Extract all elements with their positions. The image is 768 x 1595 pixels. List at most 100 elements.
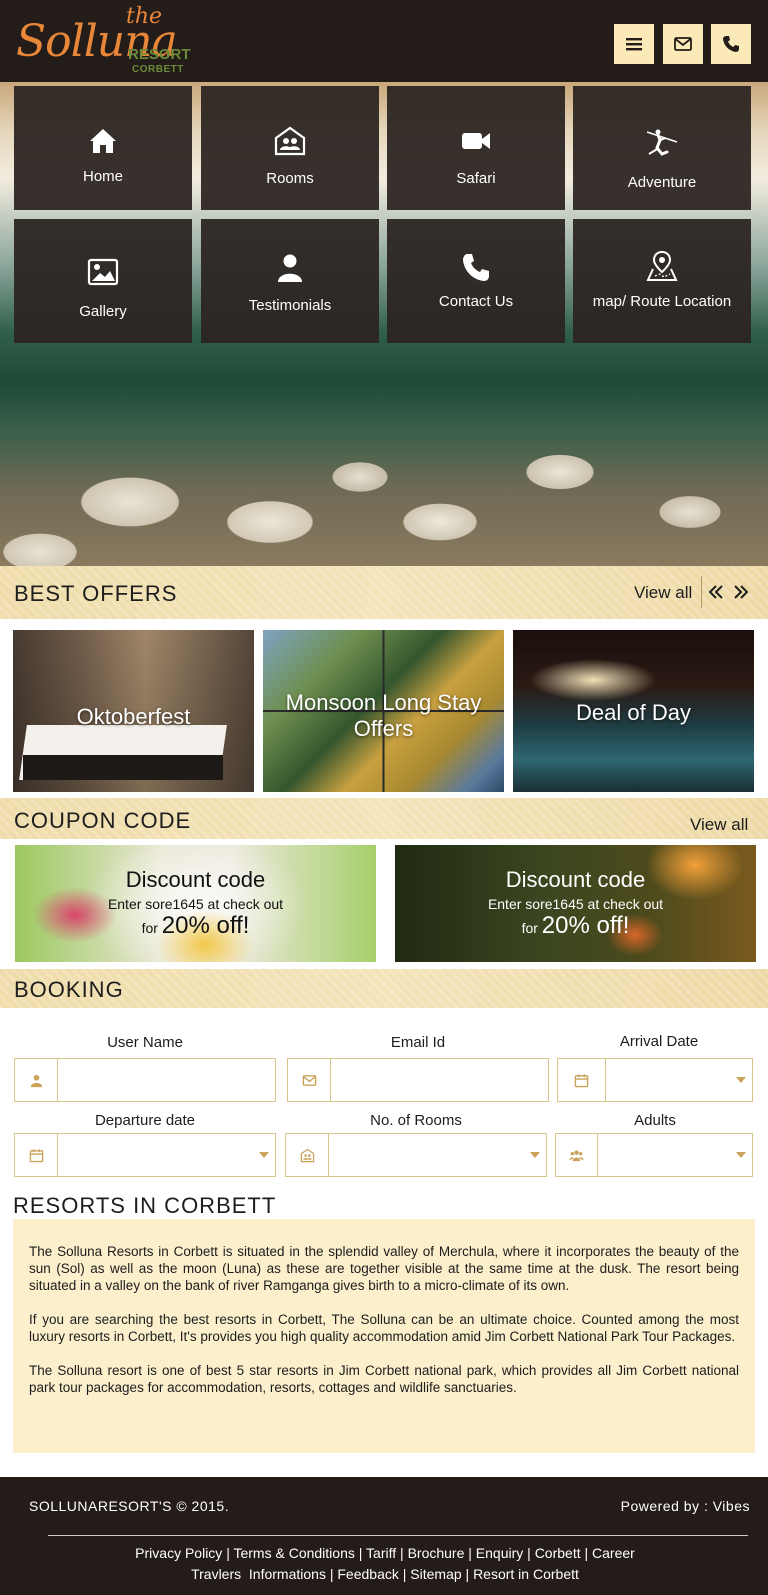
logo[interactable]: the Solluna RESORT CORBETT <box>14 4 194 78</box>
nav-tile-gallery[interactable]: Gallery <box>14 219 192 343</box>
nav-tile-adventure[interactable]: Adventure <box>573 86 751 210</box>
offer-card-title: Monsoon Long Stay Offers <box>285 690 482 741</box>
user-icon <box>278 254 302 282</box>
coupon-for: for <box>141 920 158 936</box>
offers-header: BEST OFFERS View all <box>0 566 768 619</box>
offers-view-all-link[interactable]: View all <box>634 583 692 603</box>
coupons-view-all-link[interactable]: View all <box>690 815 748 835</box>
group-icon <box>569 1149 584 1161</box>
chevron-down-icon <box>530 1152 540 1158</box>
footer-separator: | <box>329 1566 334 1582</box>
home-icon <box>90 129 116 153</box>
email-label: Email Id <box>390 1034 446 1051</box>
offer-card-title: Oktoberfest <box>76 704 191 729</box>
footer-link-enquiry[interactable]: Enquiry <box>476 1545 523 1561</box>
offer-card-title: Deal of Day <box>576 700 691 725</box>
copyright-text: SOLLUNARESORT'S © 2015. <box>29 1498 230 1514</box>
hero-banner: Home Rooms Safari Adventure Gallery Test… <box>0 82 768 566</box>
email-field[interactable] <box>287 1058 549 1102</box>
coupon-amount: 20% off! <box>541 912 630 939</box>
footer-link-resort-in-corbett[interactable]: Resort in Corbett <box>473 1566 579 1582</box>
nav-tile-testimonials[interactable]: Testimonials <box>201 219 379 343</box>
footer-links: Privacy Policy | Terms & Conditions | Ta… <box>60 1543 710 1585</box>
mail-icon-box <box>288 1059 331 1101</box>
user-name-field[interactable] <box>14 1058 276 1102</box>
nav-tile-label: Safari <box>456 170 496 187</box>
nav-tile-rooms[interactable]: Rooms <box>201 86 379 210</box>
powered-by-text: Powered by : Vibes <box>620 1498 750 1514</box>
offer-card-oktoberfest[interactable]: Oktoberfest <box>13 630 254 792</box>
arrival-date-select[interactable] <box>557 1058 753 1102</box>
departure-date-select[interactable] <box>14 1133 276 1177</box>
footer-separator: | <box>584 1545 589 1561</box>
rooms-label: No. of Rooms <box>370 1112 462 1129</box>
video-camera-icon <box>462 133 490 149</box>
coupons-title: COUPON CODE <box>14 808 192 833</box>
footer-link-privacy[interactable]: Privacy Policy <box>135 1545 222 1561</box>
coupon-discount: for 20% off! <box>395 912 756 940</box>
footer-separator: | <box>358 1545 363 1561</box>
logo-resort: RESORT <box>128 46 191 63</box>
footer-separator: | <box>400 1545 404 1561</box>
menu-icon <box>626 38 642 51</box>
footer-divider <box>48 1535 748 1536</box>
calendar-icon-box <box>558 1059 606 1101</box>
site-header: the Solluna RESORT CORBETT <box>0 0 768 82</box>
offer-card-monsoon[interactable]: Monsoon Long Stay Offers <box>263 630 504 792</box>
chevron-double-left-icon[interactable] <box>708 584 724 600</box>
coupon-card[interactable]: Discount code Enter sore1645 at check ou… <box>15 845 376 962</box>
footer-link-travelers-info[interactable]: Travlers Informations <box>191 1566 326 1582</box>
logo-location: CORBETT <box>132 64 184 75</box>
nav-tile-label: map/ Route Location <box>592 293 732 310</box>
footer-separator: | <box>527 1545 531 1561</box>
coupon-card[interactable]: Discount code Enter sore1645 at check ou… <box>395 845 756 962</box>
phone-icon <box>723 36 739 52</box>
nav-tile-label: Testimonials <box>248 297 332 314</box>
nav-tile-home[interactable]: Home <box>14 86 192 210</box>
adults-select[interactable] <box>555 1133 753 1177</box>
phone-button[interactable] <box>711 24 751 64</box>
footer-link-sitemap[interactable]: Sitemap <box>410 1566 461 1582</box>
nav-tile-safari[interactable]: Safari <box>387 86 565 210</box>
chevron-down-icon <box>736 1152 746 1158</box>
resorts-paragraph: If you are searching the best resorts in… <box>29 1312 739 1344</box>
chevron-double-right-icon[interactable] <box>733 584 749 600</box>
rooms-select[interactable] <box>285 1133 547 1177</box>
coupon-instruction: Enter sore1645 at check out <box>107 896 284 912</box>
coupon-instruction: Enter sore1645 at check out <box>487 896 664 912</box>
user-icon <box>30 1074 42 1087</box>
footer-link-brochure[interactable]: Brochure <box>408 1545 465 1561</box>
footer-separator: | <box>402 1566 407 1582</box>
departure-date-label: Departure date <box>94 1112 196 1129</box>
footer-link-tariff[interactable]: Tariff <box>366 1545 396 1561</box>
user-icon-box <box>15 1059 58 1101</box>
offer-card-deal-of-day[interactable]: Deal of Day <box>513 630 754 792</box>
menu-button[interactable] <box>614 24 654 64</box>
footer-link-feedback[interactable]: Feedback <box>337 1566 398 1582</box>
nav-tile-map[interactable]: map/ Route Location <box>573 219 751 343</box>
mail-icon <box>674 37 692 51</box>
chevron-down-icon <box>736 1077 746 1083</box>
resorts-paragraph: The Solluna resort is one of best 5 star… <box>29 1363 739 1395</box>
bed-image <box>23 755 223 780</box>
coupon-heading: Discount code <box>505 867 646 892</box>
footer-separator: | <box>468 1545 472 1561</box>
site-footer: SOLLUNARESORT'S © 2015. Powered by : Vib… <box>0 1477 768 1595</box>
booking-title: BOOKING <box>14 977 124 1002</box>
footer-link-career[interactable]: Career <box>592 1545 635 1561</box>
coupon-discount: for 20% off! <box>15 912 376 940</box>
zipline-icon <box>646 129 678 156</box>
arrival-date-label: Arrival Date <box>619 1033 699 1050</box>
coupon-for: for <box>521 920 538 936</box>
nav-tile-label: Adventure <box>627 174 697 191</box>
phone-icon <box>463 254 489 281</box>
user-name-label: User Name <box>107 1034 183 1051</box>
calendar-icon <box>574 1073 589 1087</box>
footer-link-corbett[interactable]: Corbett <box>535 1545 581 1561</box>
chevron-down-icon <box>259 1152 269 1158</box>
nav-tile-contact[interactable]: Contact Us <box>387 219 565 343</box>
footer-link-terms[interactable]: Terms & Conditions <box>233 1545 354 1561</box>
offers-title: BEST OFFERS <box>14 581 178 606</box>
divider <box>701 576 702 608</box>
mail-button[interactable] <box>663 24 703 64</box>
